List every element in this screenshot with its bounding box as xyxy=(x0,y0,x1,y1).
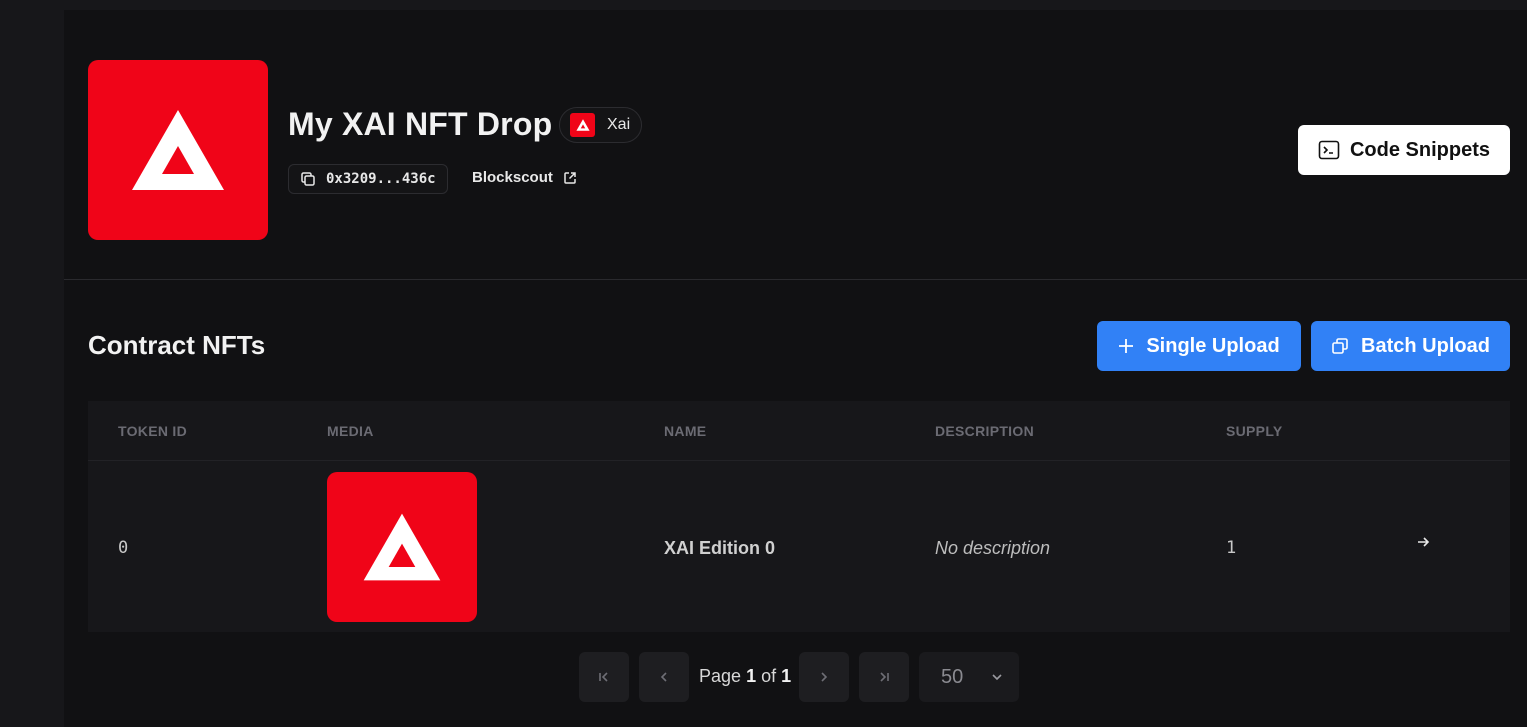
nft-media xyxy=(327,472,477,622)
column-token-id: TOKEN ID xyxy=(118,423,188,439)
contract-title: My XAI NFT Drop xyxy=(288,106,553,142)
next-page-button[interactable] xyxy=(799,652,849,702)
contract-header: My XAI NFT Drop Xai 0x3209...436c Blocks… xyxy=(64,10,1527,280)
contract-address: 0x3209...436c xyxy=(326,171,436,187)
chevron-first-icon xyxy=(599,672,608,682)
nft-name: XAI Edition 0 xyxy=(664,538,776,558)
code-snippets-label: Code Snippets xyxy=(1349,138,1490,161)
explorer-name: Blockscout xyxy=(472,169,553,186)
nft-description: No description xyxy=(935,538,1051,558)
nft-table: TOKEN ID MEDIA NAME DESCRIPTION SUPPLY 0… xyxy=(88,401,1510,632)
chain-name: Xai xyxy=(607,116,631,133)
xai-chain-icon xyxy=(570,113,595,137)
copy-icon xyxy=(301,172,315,186)
single-upload-label: Single Upload xyxy=(1146,334,1280,357)
table-row[interactable]: 0 XAI Edition 0 No description 1 xyxy=(88,461,1510,632)
column-description: DESCRIPTION xyxy=(935,423,1034,439)
main-content: My XAI NFT Drop Xai 0x3209...436c Blocks… xyxy=(64,10,1527,727)
column-name: NAME xyxy=(664,423,707,439)
external-link-icon xyxy=(564,171,576,184)
page-size-value: 50 xyxy=(941,665,964,688)
last-page-button[interactable] xyxy=(859,652,909,702)
chevron-last-icon xyxy=(880,672,889,682)
batch-upload-label: Batch Upload xyxy=(1361,334,1490,357)
explorer-link[interactable]: Blockscout xyxy=(472,169,577,186)
token-id: 0 xyxy=(118,538,129,558)
nft-supply: 1 xyxy=(1226,538,1237,558)
chevron-right-icon xyxy=(821,672,828,682)
chevron-down-icon xyxy=(992,674,1002,681)
xai-triangle-icon xyxy=(132,110,224,190)
single-upload-button[interactable]: Single Upload xyxy=(1097,321,1301,371)
left-rail xyxy=(0,0,64,727)
pagination: Page 1 of 1 50 xyxy=(64,652,1527,702)
terminal-icon xyxy=(1318,140,1340,160)
plus-icon xyxy=(1119,339,1134,353)
chain-badge[interactable]: Xai xyxy=(559,107,643,143)
page-size-select[interactable]: 50 xyxy=(919,652,1019,702)
copy-stack-icon xyxy=(1332,338,1348,354)
xai-triangle-icon xyxy=(363,513,441,581)
section-title: Contract NFTs xyxy=(88,330,266,360)
copy-address-button[interactable]: 0x3209...436c xyxy=(288,164,448,194)
first-page-button[interactable] xyxy=(579,652,629,702)
column-media: MEDIA xyxy=(327,423,374,439)
contract-logo xyxy=(88,60,268,240)
column-supply: SUPPLY xyxy=(1226,423,1283,439)
code-snippets-button[interactable]: Code Snippets xyxy=(1298,125,1510,175)
arrow-right-icon[interactable] xyxy=(1416,535,1430,554)
batch-upload-button[interactable]: Batch Upload xyxy=(1311,321,1510,371)
page-indicator: Page 1 of 1 xyxy=(699,666,792,686)
chevron-left-icon xyxy=(660,672,667,682)
table-header: TOKEN ID MEDIA NAME DESCRIPTION SUPPLY xyxy=(88,401,1510,461)
prev-page-button[interactable] xyxy=(639,652,689,702)
